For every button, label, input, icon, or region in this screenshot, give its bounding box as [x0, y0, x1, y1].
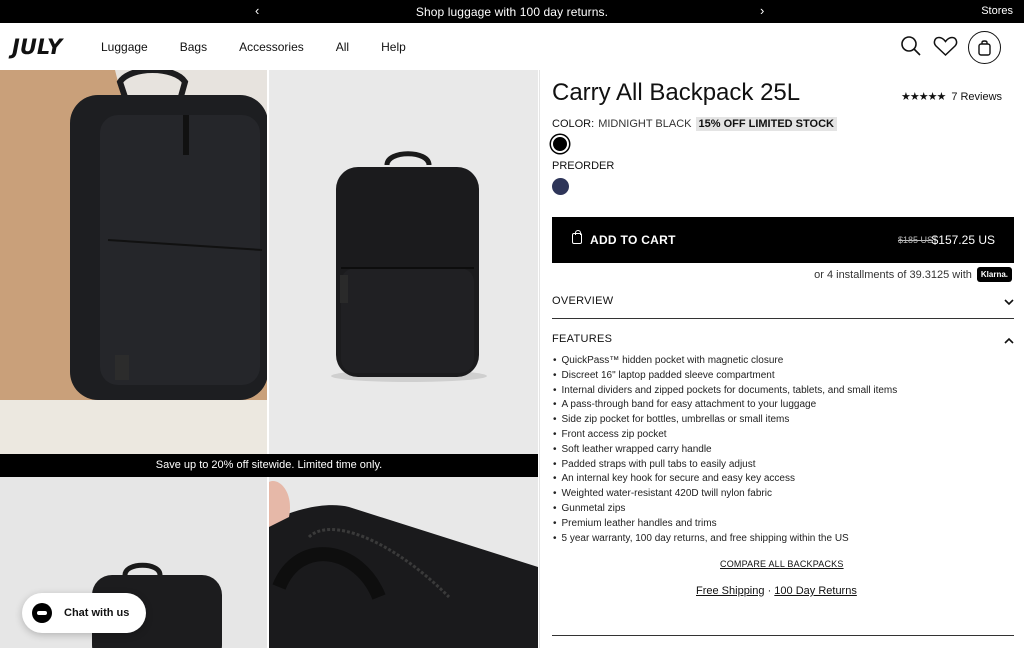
- shipping-returns: Free Shipping · 100 Day Returns: [696, 585, 857, 597]
- color-row: COLOR: MIDNIGHT BLACK 15% OFF LIMITED ST…: [552, 117, 837, 131]
- promo-banner: Save up to 20% off sitewide. Limited tim…: [0, 454, 538, 477]
- list-item: QuickPass™ hidden pocket with magnetic c…: [553, 354, 897, 369]
- list-item: 5 year warranty, 100 day returns, and fr…: [553, 532, 897, 547]
- logo[interactable]: JULY: [12, 35, 62, 59]
- list-item: Front access zip pocket: [553, 428, 897, 443]
- product-image-worn[interactable]: [0, 70, 267, 454]
- announcement-message[interactable]: Shop luggage with 100 day returns.: [0, 5, 1024, 19]
- chat-widget[interactable]: Chat with us: [22, 593, 146, 633]
- main-nav: Luggage Bags Accessories All Help: [101, 40, 406, 54]
- klarna-logo[interactable]: Klarna.: [976, 267, 1012, 282]
- chevron-right-icon[interactable]: ›: [760, 3, 764, 18]
- installments-text: or 4 installments of 39.3125 with: [814, 268, 972, 281]
- product-details: Carry All Backpack 25L ★★★★★ 7 Reviews C…: [539, 70, 1024, 648]
- product-rating[interactable]: ★★★★★ 7 Reviews: [901, 90, 1002, 104]
- original-price: $185 US: [897, 235, 933, 245]
- returns-link[interactable]: 100 Day Returns: [774, 585, 857, 597]
- free-shipping-link[interactable]: Free Shipping: [696, 585, 765, 597]
- list-item: Premium leather handles and trims: [553, 517, 897, 532]
- product-image-detail[interactable]: [269, 477, 538, 648]
- swatch-midnight-black[interactable]: [551, 135, 569, 153]
- list-item: Discreet 16" laptop padded sleeve compar…: [553, 369, 897, 384]
- discount-badge: 15% OFF LIMITED STOCK: [695, 117, 837, 131]
- nav-all[interactable]: All: [336, 40, 349, 54]
- nav-luggage[interactable]: Luggage: [101, 40, 148, 54]
- chevron-up-icon: [1004, 337, 1014, 344]
- chat-label: Chat with us: [64, 607, 130, 619]
- product-image-front[interactable]: [269, 70, 538, 454]
- swatch-navy[interactable]: [552, 178, 569, 195]
- nav-bags[interactable]: Bags: [180, 40, 207, 54]
- star-rating-icon: ★★★★★: [901, 91, 946, 103]
- site-header: JULY Luggage Bags Accessories All Help: [0, 23, 1024, 70]
- search-icon[interactable]: [900, 35, 922, 57]
- separator: ·: [767, 585, 772, 597]
- list-item: Weighted water-resistant 420D twill nylo…: [553, 487, 897, 502]
- list-item: Padded straps with pull tabs to easily a…: [553, 458, 897, 473]
- features-heading: FEATURES: [552, 333, 613, 345]
- overview-accordion[interactable]: OVERVIEW: [552, 292, 1014, 319]
- nav-help[interactable]: Help: [381, 40, 406, 54]
- add-to-cart-label: ADD TO CART: [590, 233, 676, 247]
- cart-button[interactable]: [968, 31, 1001, 64]
- nav-accessories[interactable]: Accessories: [239, 40, 304, 54]
- product-gallery: Save up to 20% off sitewide. Limited tim…: [0, 70, 538, 648]
- product-title: Carry All Backpack 25L: [552, 79, 801, 106]
- list-item: Side zip pocket for bottles, umbrellas o…: [553, 413, 897, 428]
- features-list: QuickPass™ hidden pocket with magnetic c…: [553, 354, 898, 547]
- chat-bubble-icon: [32, 603, 52, 623]
- announcement-bar: ‹ Shop luggage with 100 day returns. › S…: [0, 0, 1024, 23]
- overview-heading: OVERVIEW: [552, 295, 614, 307]
- klarna-row: or 4 installments of 39.3125 with Klarna…: [814, 267, 1012, 282]
- chevron-down-icon: [1004, 299, 1014, 306]
- preorder-label: PREORDER: [552, 160, 615, 172]
- list-item: Internal dividers and zipped pockets for…: [553, 384, 898, 399]
- sale-price: $157.25 US: [931, 233, 995, 247]
- compare-backpacks-link[interactable]: COMPARE ALL BACKPACKS: [720, 559, 844, 569]
- reviews-link[interactable]: 7 Reviews: [951, 91, 1002, 103]
- cart-icon: [978, 40, 991, 56]
- list-item: Soft leather wrapped carry handle: [553, 443, 897, 458]
- divider: [552, 635, 1014, 636]
- list-item: A pass-through band for easy attachment …: [553, 398, 897, 413]
- list-item: Gunmetal zips: [553, 502, 897, 517]
- bag-icon: [572, 230, 582, 244]
- features-accordion[interactable]: FEATURES: [552, 332, 1014, 350]
- color-label: COLOR:: [552, 118, 595, 130]
- stores-link[interactable]: Stores: [981, 5, 1013, 17]
- color-value: MIDNIGHT BLACK: [598, 118, 692, 130]
- heart-icon[interactable]: [933, 35, 958, 57]
- list-item: An internal key hook for secure and easy…: [553, 472, 897, 487]
- add-to-cart-button[interactable]: ADD TO CART $185 US $157.25 US: [552, 217, 1014, 263]
